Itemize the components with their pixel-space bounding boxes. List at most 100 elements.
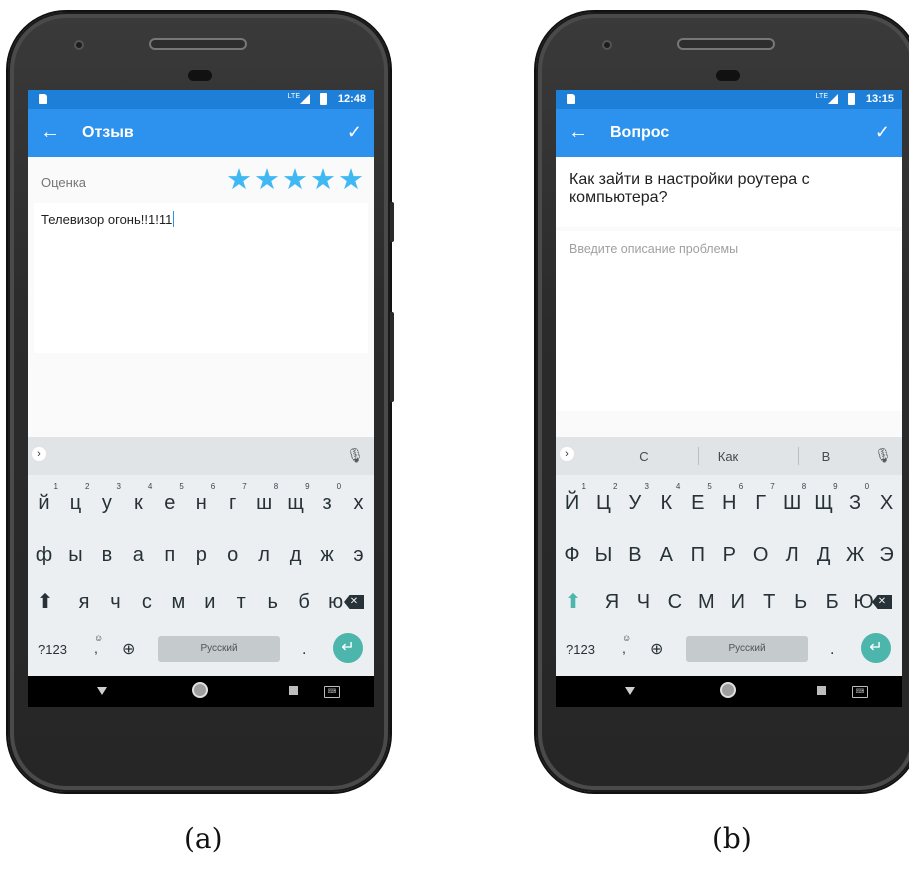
key-6[interactable]: н6 — [185, 482, 217, 523]
key-15[interactable]: а — [122, 535, 154, 575]
key-15[interactable]: А — [650, 535, 682, 575]
key-5[interactable]: е5 — [154, 482, 186, 523]
shift-key[interactable]: ⬆ — [560, 582, 586, 622]
key-18[interactable]: О — [745, 535, 777, 575]
key-20[interactable]: д — [280, 535, 312, 575]
key-25[interactable]: С — [659, 582, 691, 622]
key-11[interactable]: Х — [871, 483, 903, 523]
key-11[interactable]: х — [343, 483, 375, 523]
key-14[interactable]: в — [91, 535, 123, 575]
enter-icon[interactable]: ↵ — [333, 633, 363, 663]
symbols-key[interactable]: ?123 — [566, 642, 595, 657]
key-8[interactable]: Ш8 — [776, 482, 808, 523]
key-7[interactable]: г7 — [217, 482, 249, 523]
key-4[interactable]: К4 — [650, 482, 682, 523]
key-23[interactable]: я — [68, 582, 100, 622]
key-19[interactable]: Л — [776, 535, 808, 575]
key-16[interactable]: п — [154, 535, 186, 575]
chevron-right-icon[interactable]: › — [32, 447, 46, 461]
star-icon[interactable]: ★ — [282, 166, 308, 195]
nav-back-icon[interactable] — [97, 687, 107, 695]
nav-back-icon[interactable] — [625, 687, 635, 695]
symbols-key[interactable]: ?123 — [38, 642, 67, 657]
key-30[interactable]: Б — [816, 582, 848, 622]
nav-home-icon[interactable] — [194, 684, 206, 696]
key-29[interactable]: ь — [257, 582, 289, 622]
star-rating[interactable]: ★ ★ ★ ★ ★ — [226, 166, 364, 195]
key-14[interactable]: В — [619, 535, 651, 575]
key-17[interactable]: р — [185, 535, 217, 575]
key-9[interactable]: Щ9 — [808, 482, 840, 523]
keyboard-switch-icon[interactable]: ⌨ — [852, 686, 868, 698]
question-input[interactable]: Как зайти в настройки роутера с компьюте… — [556, 157, 902, 227]
key-6[interactable]: Н6 — [713, 482, 745, 523]
key-22[interactable]: э — [343, 535, 375, 575]
key-24[interactable]: ч — [99, 582, 131, 622]
key-28[interactable]: Т — [753, 582, 785, 622]
microphone-icon[interactable]: 🎙 — [346, 447, 364, 464]
key-26[interactable]: М — [690, 582, 722, 622]
star-icon[interactable]: ★ — [310, 166, 336, 195]
key-22[interactable]: Э — [871, 535, 903, 575]
star-icon[interactable]: ★ — [226, 166, 252, 195]
period-key[interactable]: . — [302, 641, 306, 659]
nav-recents-icon[interactable] — [289, 686, 298, 695]
arrow-left-icon[interactable]: ← — [40, 121, 60, 143]
space-key[interactable]: Русский — [158, 636, 280, 662]
key-19[interactable]: л — [248, 535, 280, 575]
key-5[interactable]: Е5 — [682, 482, 714, 523]
key-16[interactable]: П — [682, 535, 714, 575]
nav-recents-icon[interactable] — [817, 686, 826, 695]
description-input[interactable]: Введите описание проблемы — [556, 231, 902, 411]
key-13[interactable]: Ы — [587, 535, 619, 575]
key-2[interactable]: Ц2 — [587, 482, 619, 523]
key-9[interactable]: щ9 — [280, 482, 312, 523]
key-13[interactable]: ы — [59, 535, 91, 575]
key-23[interactable]: Я — [596, 582, 628, 622]
key-28[interactable]: т — [225, 582, 257, 622]
key-8[interactable]: ш8 — [248, 482, 280, 523]
key-27[interactable]: и — [194, 582, 226, 622]
key-3[interactable]: у3 — [91, 482, 123, 523]
star-icon[interactable]: ★ — [338, 166, 364, 195]
key-30[interactable]: б — [288, 582, 320, 622]
key-24[interactable]: Ч — [627, 582, 659, 622]
check-icon[interactable]: ✓ — [875, 121, 890, 143]
keyboard-switch-icon[interactable]: ⌨ — [324, 686, 340, 698]
microphone-icon[interactable]: 🎙 — [874, 447, 892, 464]
key-12[interactable]: ф — [28, 535, 60, 575]
enter-icon[interactable]: ↵ — [861, 633, 891, 663]
suggestion-word[interactable]: Как — [688, 449, 768, 464]
key-10[interactable]: З0 — [839, 482, 871, 523]
key-7[interactable]: Г7 — [745, 482, 777, 523]
emoji-comma-key[interactable]: ☺, — [622, 633, 631, 655]
key-1[interactable]: й1 — [28, 482, 60, 523]
key-17[interactable]: Р — [713, 535, 745, 575]
key-4[interactable]: к4 — [122, 482, 154, 523]
period-key[interactable]: . — [830, 641, 834, 659]
key-3[interactable]: У3 — [619, 482, 651, 523]
review-input[interactable]: Телевизор огонь!!1!11 — [34, 203, 368, 353]
key-18[interactable]: о — [217, 535, 249, 575]
emoji-comma-key[interactable]: ☺, — [94, 633, 103, 655]
key-20[interactable]: Д — [808, 535, 840, 575]
key-21[interactable]: Ж — [839, 535, 871, 575]
key-27[interactable]: И — [722, 582, 754, 622]
suggestion-word[interactable]: В — [786, 449, 866, 464]
star-icon[interactable]: ★ — [254, 166, 280, 195]
check-icon[interactable]: ✓ — [347, 121, 362, 143]
key-1[interactable]: Й1 — [556, 482, 588, 523]
key-21[interactable]: ж — [311, 535, 343, 575]
suggestion-word[interactable]: С — [604, 449, 684, 464]
key-10[interactable]: з0 — [311, 482, 343, 523]
key-25[interactable]: с — [131, 582, 163, 622]
shift-key[interactable]: ⬆ — [32, 582, 58, 622]
globe-icon[interactable]: ⊕ — [650, 639, 663, 659]
key-2[interactable]: ц2 — [59, 482, 91, 523]
chevron-right-icon[interactable]: › — [560, 447, 574, 461]
arrow-left-icon[interactable]: ← — [568, 121, 588, 143]
key-26[interactable]: м — [162, 582, 194, 622]
key-12[interactable]: Ф — [556, 535, 588, 575]
key-29[interactable]: Ь — [785, 582, 817, 622]
globe-icon[interactable]: ⊕ — [122, 639, 135, 659]
